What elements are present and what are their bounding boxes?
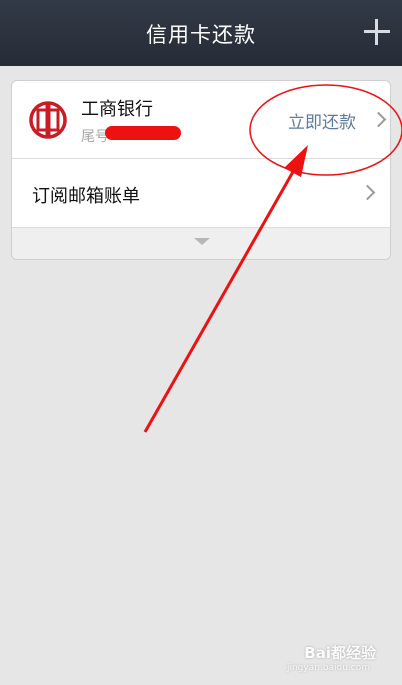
- annotation-overlay: [143, 84, 402, 433]
- annotation-arrow-head: [284, 145, 308, 177]
- annotation-circle: [249, 84, 402, 176]
- annotation-arrow-line: [143, 169, 296, 433]
- watermark-url: jingyan.baidu.com: [286, 663, 370, 673]
- watermark: Bai都经验: [304, 644, 376, 662]
